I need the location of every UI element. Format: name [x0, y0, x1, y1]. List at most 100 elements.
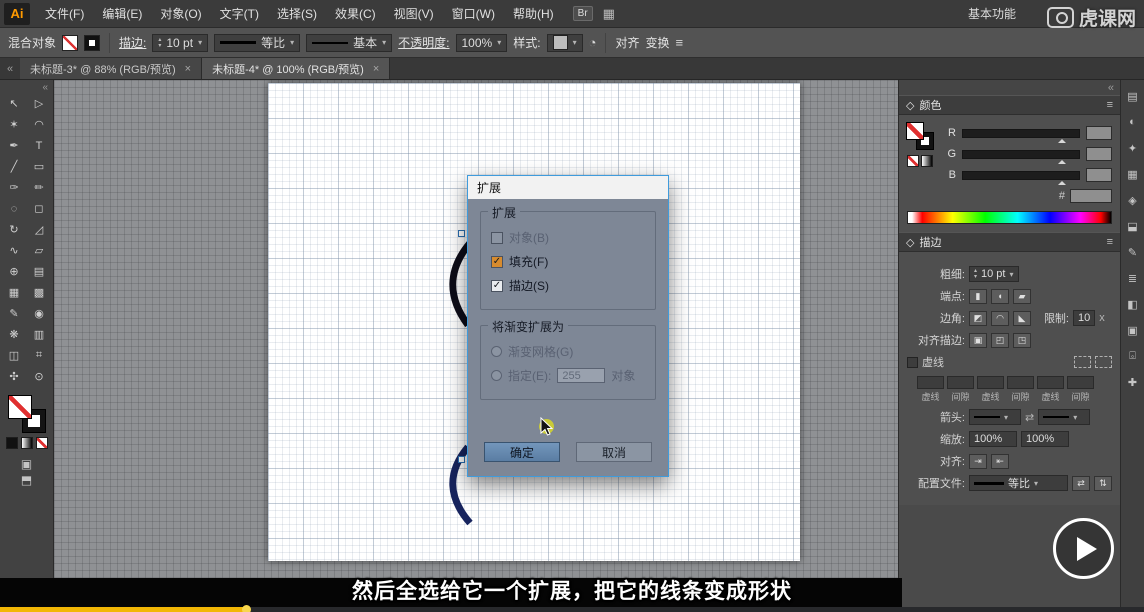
- menu-window[interactable]: 窗口(W): [443, 0, 504, 28]
- drawing-mode-icon[interactable]: ▣: [21, 457, 32, 471]
- corner-bevel-button[interactable]: ◣: [1013, 311, 1031, 326]
- progress-knob[interactable]: [242, 605, 251, 612]
- tool-free-transform[interactable]: ▱: [27, 240, 52, 261]
- panel-icon-brushes[interactable]: ✦: [1125, 140, 1141, 156]
- tool-gradient[interactable]: ▩: [27, 282, 52, 303]
- blue-value-input[interactable]: [1086, 168, 1112, 182]
- flip-across-icon[interactable]: ⇄: [1072, 476, 1090, 491]
- arrow-align-tip-button[interactable]: ⇥: [969, 454, 987, 469]
- opacity-select[interactable]: 100% ▾: [456, 34, 508, 52]
- tool-pencil[interactable]: ✏: [27, 177, 52, 198]
- panel-icon-appearance[interactable]: ≣: [1125, 270, 1141, 286]
- menu-file[interactable]: 文件(F): [36, 0, 93, 28]
- tool-shape-builder[interactable]: ⊕: [2, 261, 27, 282]
- stroke-swatch[interactable]: [84, 35, 100, 51]
- green-slider[interactable]: [962, 150, 1080, 159]
- panel-icon-color[interactable]: ▤: [1125, 88, 1141, 104]
- green-value-input[interactable]: [1086, 147, 1112, 161]
- tool-lasso[interactable]: ◠: [27, 114, 52, 135]
- tool-eraser[interactable]: ◻: [27, 198, 52, 219]
- specify-radio[interactable]: [491, 370, 502, 381]
- panel-menu-icon[interactable]: ≡: [1107, 236, 1113, 248]
- flip-along-icon[interactable]: ⇅: [1094, 476, 1112, 491]
- tool-artboard[interactable]: ◫: [2, 345, 27, 366]
- fill-stroke-swatches[interactable]: [9, 396, 45, 432]
- tool-pen[interactable]: ✒: [2, 135, 27, 156]
- dash-input[interactable]: [917, 376, 944, 389]
- red-slider[interactable]: [962, 129, 1080, 138]
- stroke-panel-header[interactable]: ◇ 描边 ≡: [899, 232, 1120, 252]
- tool-type[interactable]: T: [27, 135, 52, 156]
- tool-rotate[interactable]: ↻: [2, 219, 27, 240]
- width-profile-select[interactable]: 等比 ▾: [969, 475, 1068, 491]
- dash-input[interactable]: [977, 376, 1004, 389]
- panel-icon-artboards[interactable]: ⌺: [1125, 348, 1141, 364]
- tool-mesh[interactable]: ▦: [2, 282, 27, 303]
- panel-icon-stroke[interactable]: ◈: [1125, 192, 1141, 208]
- tool-eyedropper[interactable]: ✎: [2, 303, 27, 324]
- ok-button[interactable]: 确定: [484, 442, 560, 462]
- dash-input[interactable]: [1037, 376, 1064, 389]
- fill-stroke-swatches[interactable]: [907, 123, 933, 149]
- tool-blob-brush[interactable]: ◌: [2, 198, 27, 219]
- option-specify[interactable]: 指定(E): 255 对象: [491, 367, 645, 384]
- red-value-input[interactable]: [1086, 126, 1112, 140]
- panel-icon-transparency[interactable]: ✎: [1125, 244, 1141, 260]
- panel-menu-icon[interactable]: ≡: [1107, 99, 1113, 111]
- color-panel-header[interactable]: ◇ 颜色 ≡: [899, 95, 1120, 115]
- stepper-icon[interactable]: ▴▾: [974, 268, 977, 280]
- screen-mode-icon[interactable]: ⬒: [21, 473, 32, 487]
- option-gradient-mesh[interactable]: 渐变网格(G): [491, 343, 645, 360]
- tab-untitled-3[interactable]: 未标题-3* @ 88% (RGB/预览) ×: [20, 58, 202, 79]
- collapse-icon[interactable]: «: [42, 82, 53, 93]
- tool-zoom[interactable]: ⊙: [27, 366, 52, 387]
- brush-definition-select[interactable]: 基本 ▾: [306, 34, 392, 52]
- none-swatch[interactable]: [907, 155, 919, 167]
- tool-rectangle[interactable]: ▭: [27, 156, 52, 177]
- cap-projecting-button[interactable]: ▰: [1013, 289, 1031, 304]
- corner-miter-button[interactable]: ◩: [969, 311, 987, 326]
- panel-icon-gradient[interactable]: ⬓: [1125, 218, 1141, 234]
- panel-icon-graphic-styles[interactable]: ◧: [1125, 296, 1141, 312]
- panel-menu-icon[interactable]: ≡: [675, 35, 683, 50]
- tool-hand[interactable]: ✣: [2, 366, 27, 387]
- menu-object[interactable]: 对象(O): [151, 0, 210, 28]
- swap-arrowheads-icon[interactable]: ⇄: [1025, 411, 1034, 424]
- gradient-mesh-radio[interactable]: [491, 346, 502, 357]
- width-profile-select[interactable]: 等比 ▾: [214, 34, 300, 52]
- stroke-panel-link[interactable]: 描边:: [119, 34, 146, 51]
- dashed-line-checkbox[interactable]: [907, 357, 918, 368]
- menu-edit[interactable]: 编辑(E): [93, 0, 151, 28]
- gap-input[interactable]: [947, 376, 974, 389]
- option-object[interactable]: 对象(B): [491, 229, 645, 246]
- arrow-scale-start-input[interactable]: 100%: [969, 431, 1017, 447]
- arrowhead-end-select[interactable]: ▾: [1038, 409, 1090, 425]
- selection-handle[interactable]: [458, 230, 465, 237]
- cap-butt-button[interactable]: ▮: [969, 289, 987, 304]
- stroke-checkbox[interactable]: ✓: [491, 280, 503, 292]
- bridge-icon[interactable]: Br: [573, 6, 593, 21]
- arrange-documents-icon[interactable]: ▦: [603, 6, 615, 22]
- collapse-dock-icon[interactable]: «: [1108, 82, 1114, 94]
- align-stroke-outside-button[interactable]: ◳: [1013, 333, 1031, 348]
- tool-scale[interactable]: ◿: [27, 219, 52, 240]
- align-stroke-center-button[interactable]: ▣: [969, 333, 987, 348]
- object-checkbox[interactable]: [491, 232, 503, 244]
- tool-perspective-grid[interactable]: ▤: [27, 261, 52, 282]
- specify-objects-input[interactable]: 255: [557, 368, 605, 383]
- tool-slice[interactable]: ⌗: [27, 345, 52, 366]
- arrow-align-end-button[interactable]: ⇤: [991, 454, 1009, 469]
- option-stroke[interactable]: ✓ 描边(S): [491, 277, 645, 294]
- workspace-switcher[interactable]: 基本功能: [968, 5, 1016, 22]
- hex-input[interactable]: [1070, 189, 1112, 203]
- option-fill[interactable]: ✓ 填充(F): [491, 253, 645, 270]
- corner-round-button[interactable]: ◠: [991, 311, 1009, 326]
- tool-width[interactable]: ∿: [2, 240, 27, 261]
- cancel-button[interactable]: 取消: [576, 442, 652, 462]
- gap-input[interactable]: [1067, 376, 1094, 389]
- tool-selection[interactable]: ↖: [2, 93, 27, 114]
- tab-untitled-4[interactable]: 未标题-4* @ 100% (RGB/预览) ×: [202, 58, 390, 79]
- align-menu[interactable]: 对齐: [615, 34, 639, 51]
- fill-none-swatch[interactable]: [9, 396, 31, 418]
- panel-icon-swatches[interactable]: ◐: [1125, 114, 1141, 130]
